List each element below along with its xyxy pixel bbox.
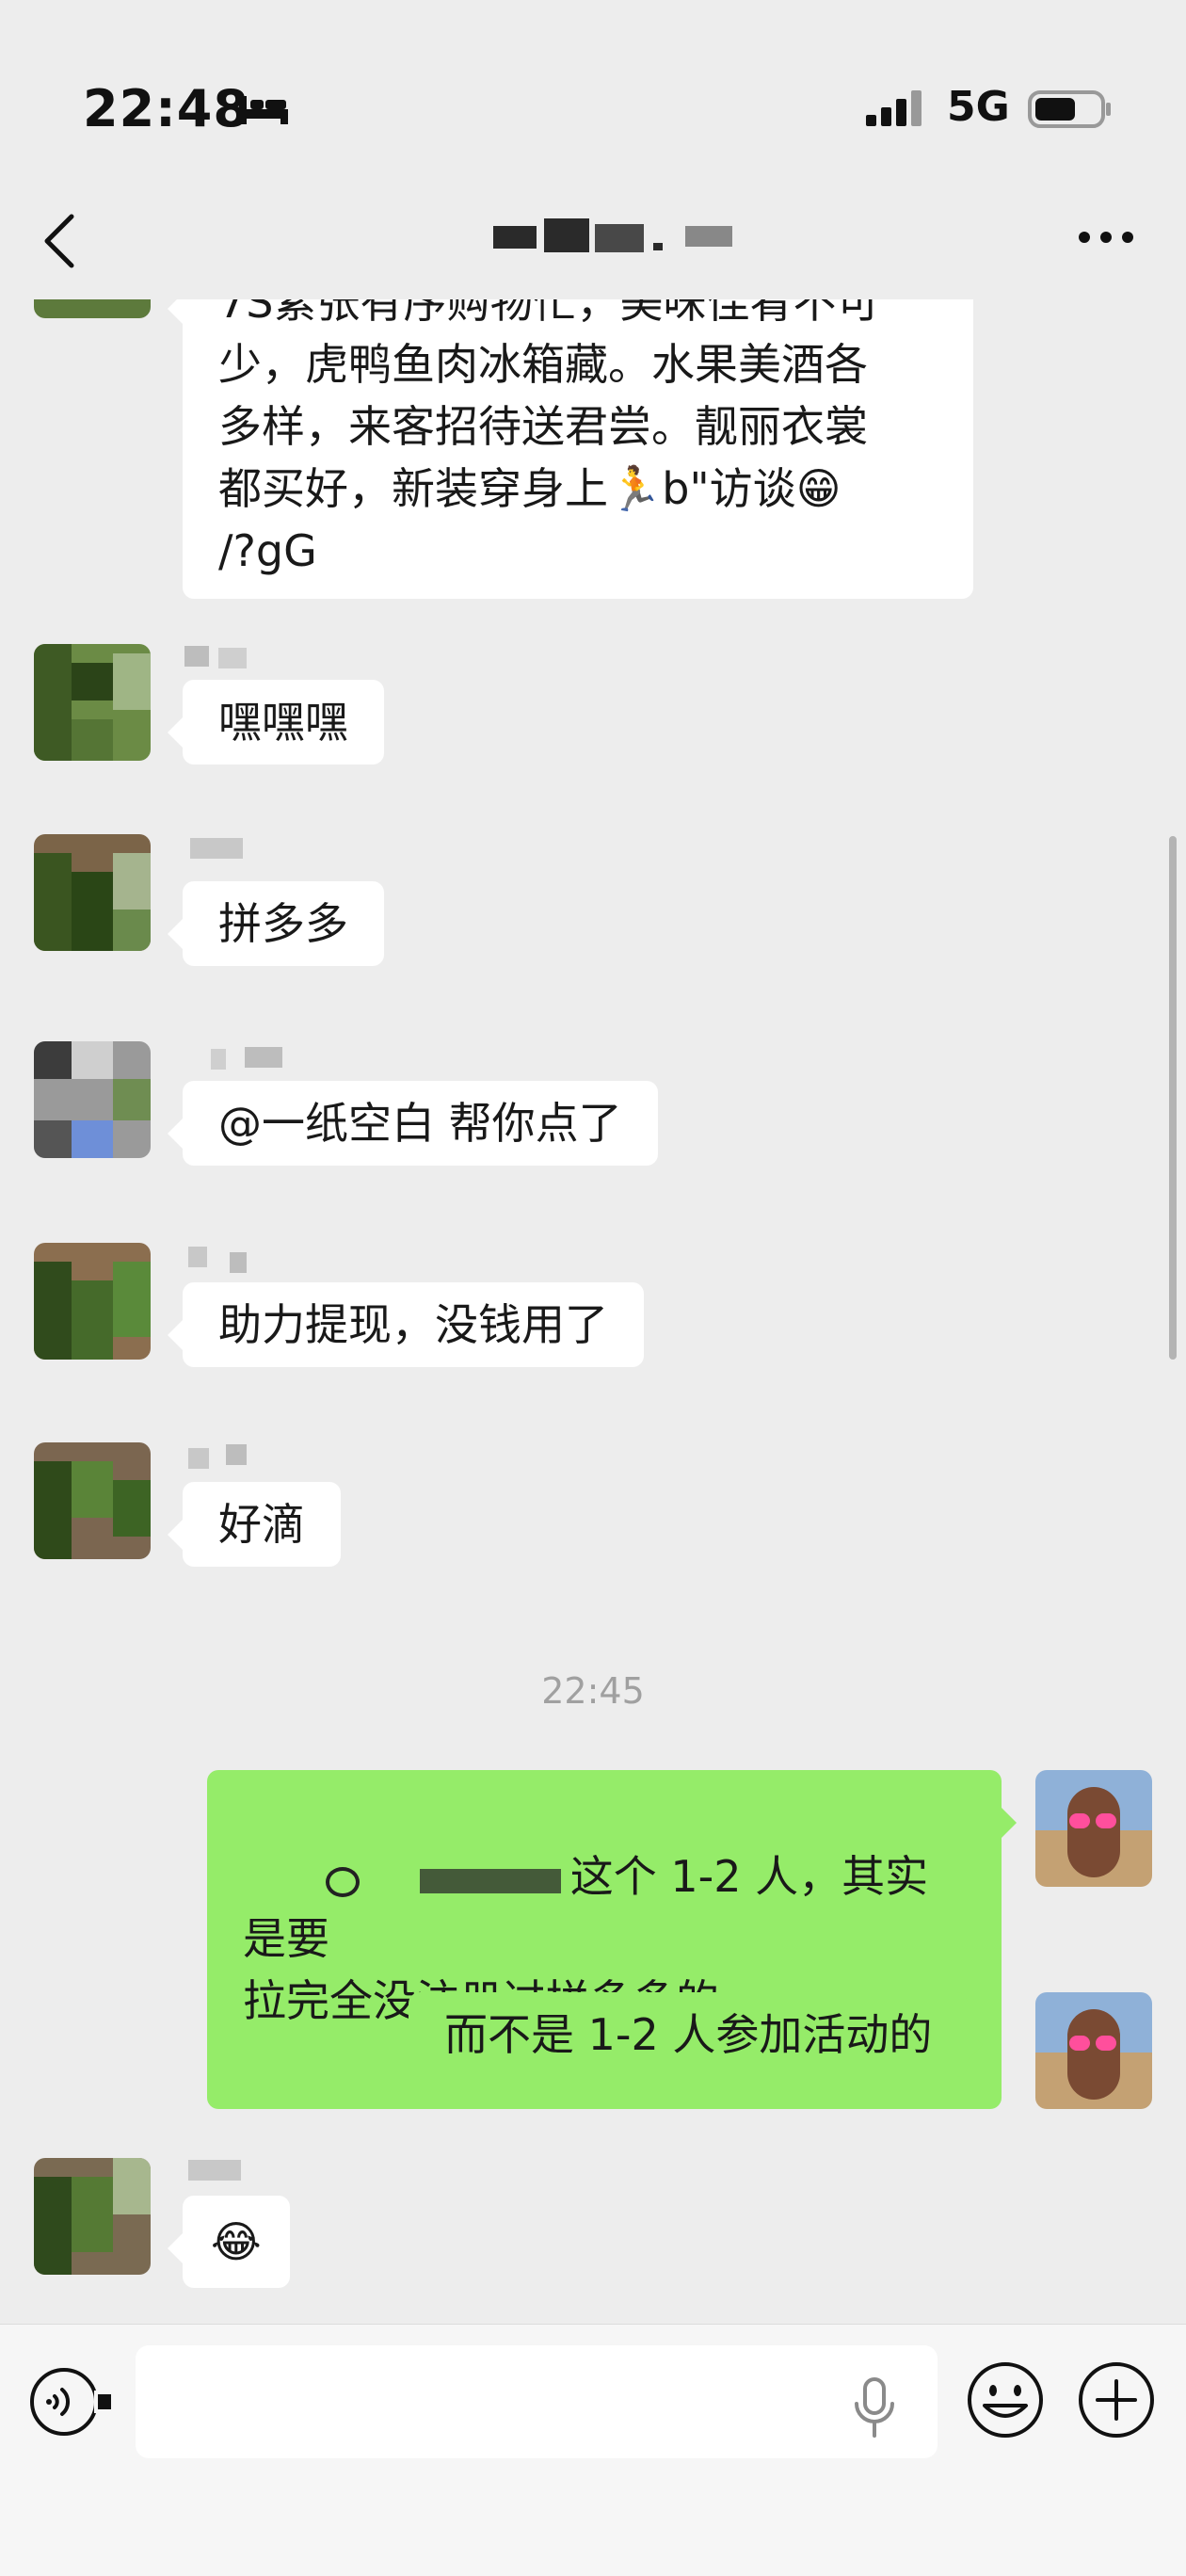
avatar[interactable]: [34, 644, 151, 761]
mention-redacted: [325, 1861, 570, 1899]
message-bubble[interactable]: 7S紧张有序购物忙，美味佳肴不可 少，虎鸭鱼肉冰箱藏。水果美酒各 多样，来客招待…: [168, 299, 973, 599]
mic-icon[interactable]: [851, 2377, 898, 2438]
sender-name-redacted: [184, 2158, 250, 2184]
scrollbar[interactable]: [1169, 836, 1177, 1360]
nav-bar: [0, 188, 1186, 299]
chat-title-redacted[interactable]: [480, 211, 762, 267]
bed-icon: [239, 96, 288, 124]
chevron-left-icon[interactable]: [41, 211, 79, 271]
message-bubble[interactable]: 嘿嘿嘿: [168, 680, 384, 765]
sender-name-redacted: [184, 644, 250, 670]
message-bubble[interactable]: 😂: [168, 2196, 290, 2288]
avatar[interactable]: [34, 1243, 151, 1360]
avatar[interactable]: [34, 834, 151, 951]
avatar[interactable]: [34, 1442, 151, 1559]
sender-name-redacted: [184, 1243, 250, 1273]
sender-name-redacted: [188, 1047, 292, 1073]
status-bar: 22:48 5G: [0, 0, 1186, 188]
voice-icon[interactable]: [26, 2359, 113, 2445]
input-bar: [0, 2324, 1186, 2576]
my-avatar[interactable]: [1035, 1770, 1152, 1887]
emoji-icon[interactable]: [964, 2359, 1047, 2441]
message-bubble[interactable]: 拼多多: [168, 881, 384, 966]
avatar[interactable]: [34, 1041, 151, 1158]
timestamp: 22:45: [541, 1670, 645, 1712]
plus-icon[interactable]: [1075, 2359, 1158, 2441]
avatar[interactable]: [34, 299, 151, 318]
message-bubble[interactable]: 好滴: [168, 1482, 341, 1567]
outgoing-message-bubble[interactable]: 而不是 1-2 人参加活动的: [409, 1992, 984, 2077]
more-dots-icon[interactable]: [1077, 230, 1135, 245]
signal-icon: [866, 90, 922, 126]
my-avatar[interactable]: [1035, 1992, 1152, 2109]
network-label: 5G: [947, 83, 1010, 131]
battery-icon: [1028, 90, 1111, 128]
sender-name-redacted: [184, 836, 250, 862]
avatar[interactable]: [34, 2158, 151, 2275]
chat-screen: 7S紧张有序购物忙，美味佳肴不可 少，虎鸭鱼肉冰箱藏。水果美酒各 多样，来客招待…: [0, 0, 1186, 2576]
message-bubble[interactable]: @一纸空白 帮你点了: [168, 1081, 658, 1166]
message-bubble[interactable]: 助力提现，没钱用了: [168, 1282, 644, 1367]
sender-name-redacted: [184, 1442, 250, 1469]
message-list[interactable]: 7S紧张有序购物忙，美味佳肴不可 少，虎鸭鱼肉冰箱藏。水果美酒各 多样，来客招待…: [0, 299, 1186, 2324]
message-input[interactable]: [136, 2345, 938, 2458]
status-time: 22:48: [83, 79, 249, 138]
